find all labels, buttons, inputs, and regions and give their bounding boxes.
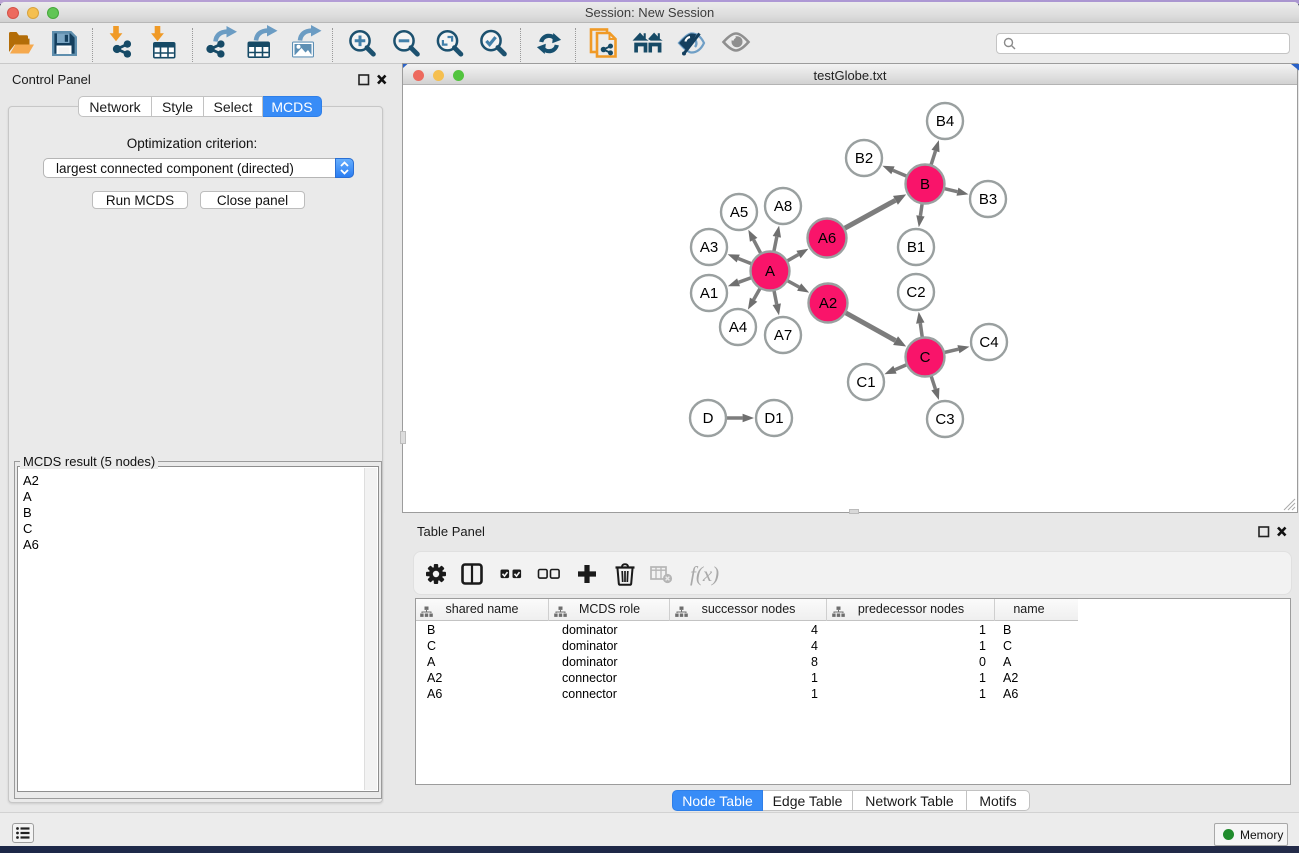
svg-text:D1: D1 [764,410,783,427]
svg-text:C3: C3 [935,411,954,428]
svg-text:C1: C1 [856,374,875,391]
svg-text:B4: B4 [936,113,954,130]
svg-text:A7: A7 [774,327,792,344]
svg-text:A5: A5 [730,204,748,221]
svg-text:B: B [920,176,930,193]
svg-text:C: C [920,349,931,366]
svg-text:A1: A1 [700,285,718,302]
svg-text:B1: B1 [907,239,925,256]
svg-text:A6: A6 [818,230,836,247]
svg-text:B2: B2 [855,150,873,167]
svg-text:B3: B3 [979,191,997,208]
svg-text:A4: A4 [729,319,747,336]
svg-text:A2: A2 [819,295,837,312]
svg-text:C4: C4 [979,334,998,351]
svg-text:C2: C2 [906,284,925,301]
svg-text:A: A [765,263,775,280]
svg-text:A3: A3 [700,239,718,256]
svg-text:D: D [703,410,714,427]
svg-text:f(x): f(x) [690,562,719,586]
svg-text:A8: A8 [774,198,792,215]
